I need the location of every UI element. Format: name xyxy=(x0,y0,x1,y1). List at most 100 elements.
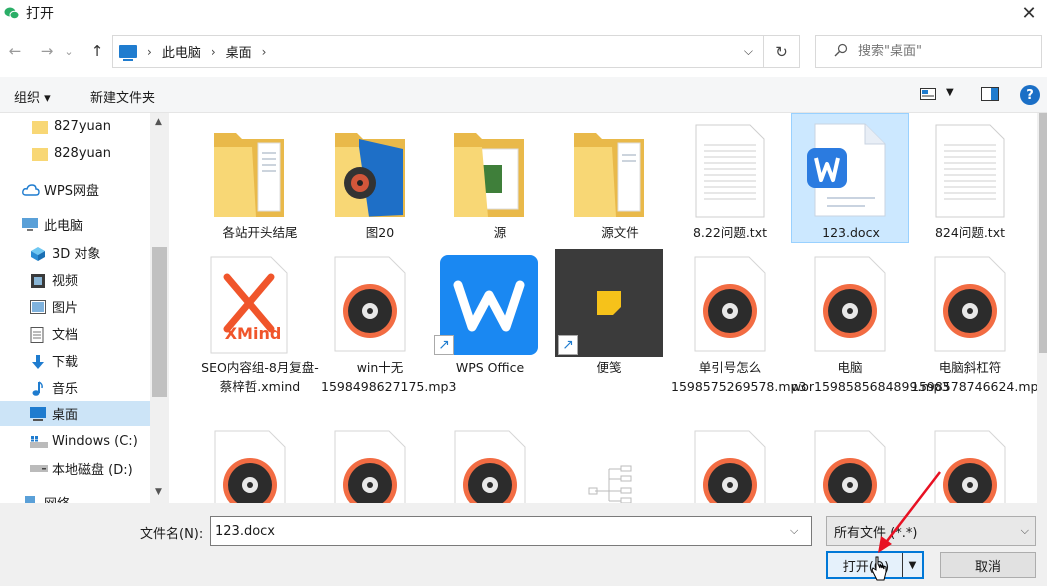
scroll-down-icon[interactable]: ▼ xyxy=(155,487,162,497)
open-options-chevron-icon[interactable]: ▼ xyxy=(902,553,922,577)
file-name-label: 图20 xyxy=(365,225,395,240)
breadcrumb-desktop[interactable]: 桌面 xyxy=(226,42,252,61)
help-icon[interactable]: ? xyxy=(1020,85,1040,105)
breadcrumb-this-pc[interactable]: 此电脑 xyxy=(162,42,201,61)
close-icon[interactable]: ✕ xyxy=(1011,0,1047,26)
file-name-label: 123.docx xyxy=(822,225,880,240)
sidebar-item-pictures[interactable]: 图片 xyxy=(0,294,150,319)
preview-pane-icon[interactable] xyxy=(981,87,999,105)
file-item-docx-selected[interactable]: 123.docx xyxy=(791,113,909,243)
file-item-shortcut-wps-office[interactable]: ↗ WPS Office xyxy=(431,249,549,419)
address-dropdown-chevron-icon[interactable]: ⌵ xyxy=(744,44,753,59)
file-list-scrollbar[interactable] xyxy=(1037,113,1047,503)
recent-locations-chevron-icon[interactable]: ⌄ xyxy=(62,40,76,62)
sidebar-item-downloads[interactable]: 下载 xyxy=(0,348,150,373)
sidebar-item-label: 下载 xyxy=(52,355,79,370)
music-file-icon xyxy=(813,255,887,357)
address-bar[interactable]: › 此电脑 › 桌面 › ⌵ xyxy=(112,35,764,68)
filename-dropdown-chevron-icon[interactable]: ⌵ xyxy=(790,524,798,538)
video-icon xyxy=(30,273,46,288)
file-item-mp3[interactable] xyxy=(671,425,789,503)
file-item-mp3[interactable]: 电脑wor1598585684899.mp3 xyxy=(791,249,950,419)
view-mode-icon[interactable] xyxy=(920,88,936,104)
folder-icon xyxy=(572,125,646,223)
filetype-value: 所有文件 (*.*) xyxy=(834,525,918,541)
open-button-label: 打开(O) xyxy=(842,559,890,575)
sidebar-item-desktop[interactable]: 桌面 xyxy=(0,401,150,426)
sidebar-item-windows-c[interactable]: Windows (C:) xyxy=(0,429,150,454)
sidebar-item-wps-cloud[interactable]: WPS网盘 xyxy=(0,177,150,202)
file-name-label: 单引号怎么1598575269578.mp3 xyxy=(671,360,807,394)
view-dropdown-chevron-icon[interactable]: ▼ xyxy=(946,87,954,98)
file-item-mp3[interactable] xyxy=(791,425,909,503)
file-item-mp3[interactable] xyxy=(441,425,559,503)
chevron-right-icon[interactable]: › xyxy=(262,45,267,59)
organize-button[interactable]: 组织 ▾ xyxy=(14,87,51,106)
sidebar-item-network[interactable]: 网络 xyxy=(0,490,150,503)
file-name-label: 便笺 xyxy=(596,360,622,375)
shortcut-arrow-icon: ↗ xyxy=(434,335,454,355)
file-item-mp3[interactable]: 单引号怎么1598575269578.mp3 xyxy=(671,249,807,419)
scroll-up-icon[interactable]: ▲ xyxy=(155,117,162,127)
file-item-mp3[interactable] xyxy=(911,425,1029,503)
search-input[interactable] xyxy=(858,44,1028,59)
sidebar-item-videos[interactable]: 视频 xyxy=(0,267,150,292)
file-name-label: 各站开头结尾 xyxy=(222,225,298,240)
shortcut-arrow-icon: ↗ xyxy=(558,335,578,355)
document-icon xyxy=(30,326,46,343)
sidebar-item-this-pc[interactable]: 此电脑 xyxy=(0,212,150,237)
file-item-mindmap[interactable] xyxy=(561,425,679,503)
file-item-folder[interactable]: 各站开头结尾 xyxy=(201,113,319,243)
navigation-pane: 827yuan 828yuan WPS网盘 此电脑 3D 对象 视频 图片 文档… xyxy=(0,113,150,503)
navigation-pane-scrollbar[interactable]: ▲ ▼ xyxy=(150,113,169,503)
file-list-view: 各站开头结尾 图20 源 源文件 8.22问题.txt 123.docx 824… xyxy=(170,113,1037,503)
up-arrow-icon[interactable]: ↑ xyxy=(86,40,108,62)
sidebar-item-documents[interactable]: 文档 xyxy=(0,321,150,346)
file-name-label: 824问题.txt xyxy=(934,225,1006,240)
file-item-txt[interactable]: 824问题.txt xyxy=(911,113,1029,243)
file-item-folder[interactable]: 源文件 xyxy=(561,113,679,243)
file-name-label: 源文件 xyxy=(601,225,639,240)
back-arrow-icon[interactable]: ← xyxy=(4,40,26,62)
refresh-icon[interactable]: ↻ xyxy=(764,35,800,68)
sidebar-item-828yuan[interactable]: 828yuan xyxy=(0,141,150,166)
file-item-xmind[interactable]: XMind SEO内容组-8月复盘-蔡梓哲.xmind xyxy=(201,249,319,419)
cancel-button[interactable]: 取消 xyxy=(940,552,1036,578)
sidebar-item-827yuan[interactable]: 827yuan xyxy=(0,114,150,139)
file-item-txt[interactable]: 8.22问题.txt xyxy=(671,113,789,243)
file-list-scroll-thumb[interactable] xyxy=(1039,113,1047,353)
filename-input[interactable] xyxy=(210,516,812,546)
sidebar-item-label: 文档 xyxy=(52,328,79,343)
file-item-mp3[interactable] xyxy=(321,425,439,503)
word-document-icon xyxy=(805,122,887,222)
navigation-pane-scroll-thumb[interactable] xyxy=(152,247,167,397)
music-file-icon xyxy=(333,255,407,357)
text-file-icon xyxy=(694,123,766,223)
new-folder-button[interactable]: 新建文件夹 xyxy=(90,87,155,106)
file-item-mp3[interactable]: 电脑斜杠符1598578746624.mp3 xyxy=(911,249,1037,419)
video-folder-icon xyxy=(452,125,526,223)
file-item-folder[interactable]: 源 xyxy=(441,113,559,243)
music-file-icon xyxy=(693,429,767,503)
file-name-label: 电脑wor1598585684899.mp3 xyxy=(791,360,950,394)
music-file-icon xyxy=(813,429,887,503)
file-name-label: SEO内容组-8月复盘-蔡梓哲.xmind xyxy=(201,360,319,394)
file-item-folder[interactable]: 图20 xyxy=(321,113,439,243)
folder-icon xyxy=(32,147,48,161)
dialog-title: 打开 xyxy=(26,6,54,22)
file-name-label: 8.22问题.txt xyxy=(692,225,767,240)
sidebar-item-label: 828yuan xyxy=(54,146,111,161)
file-item-shortcut-sticky-notes[interactable]: ↗ 便笺 xyxy=(555,249,673,419)
file-item-mp3[interactable]: win十无1598498627175.mp3 xyxy=(321,249,456,419)
file-item-mp3[interactable] xyxy=(201,425,319,503)
chevron-right-icon[interactable]: › xyxy=(147,45,152,59)
search-box[interactable] xyxy=(815,35,1042,68)
sidebar-item-music[interactable]: 音乐 xyxy=(0,375,150,400)
chevron-right-icon[interactable]: › xyxy=(211,45,216,59)
music-icon xyxy=(30,380,46,396)
sidebar-item-3d-objects[interactable]: 3D 对象 xyxy=(0,240,150,265)
navigation-bar: ← → ⌄ ↑ › 此电脑 › 桌面 › ⌵ ↻ xyxy=(0,34,1047,70)
sidebar-item-local-disk-d[interactable]: 本地磁盘 (D:) xyxy=(0,456,150,481)
filetype-select[interactable]: 所有文件 (*.*) ⌵ xyxy=(826,516,1036,546)
forward-arrow-icon[interactable]: → xyxy=(36,40,58,62)
